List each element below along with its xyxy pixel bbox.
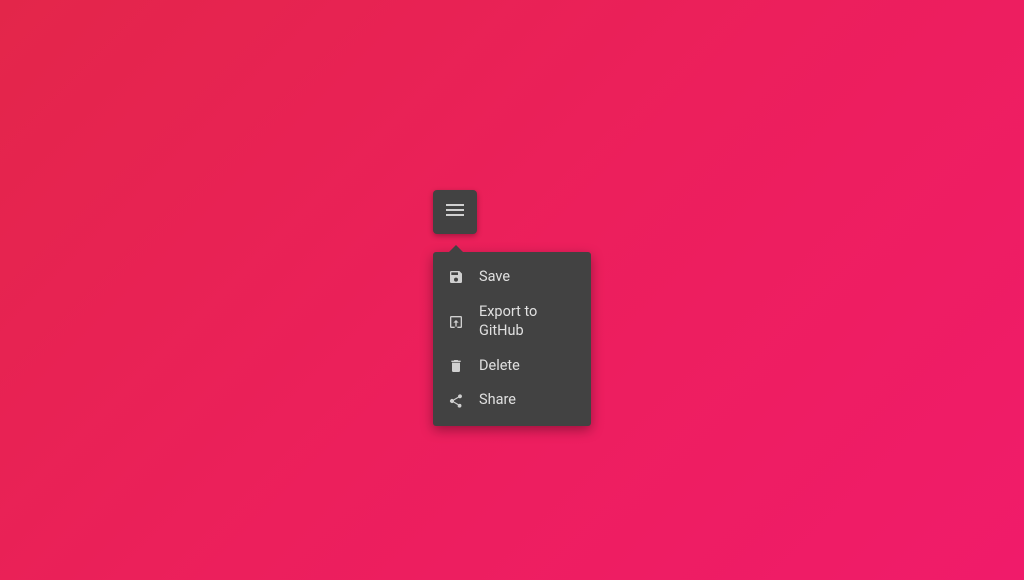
menu-item-label: Delete — [479, 357, 520, 376]
menu-item-label: Save — [479, 268, 510, 287]
save-icon — [447, 268, 465, 286]
delete-icon — [447, 357, 465, 375]
share-icon — [447, 392, 465, 410]
dropdown-menu: Save Export to GitHub Delete Share — [433, 252, 591, 426]
menu-item-share[interactable]: Share — [433, 383, 591, 418]
menu-item-export[interactable]: Export to GitHub — [433, 295, 591, 349]
menu-toggle-button[interactable] — [433, 190, 477, 234]
hamburger-icon — [443, 198, 467, 226]
menu-item-label: Share — [479, 391, 516, 410]
menu-item-label: Export to GitHub — [479, 303, 577, 341]
menu-item-delete[interactable]: Delete — [433, 349, 591, 384]
menu-container: Save Export to GitHub Delete Share — [433, 190, 477, 234]
menu-item-save[interactable]: Save — [433, 260, 591, 295]
export-icon — [447, 313, 465, 331]
